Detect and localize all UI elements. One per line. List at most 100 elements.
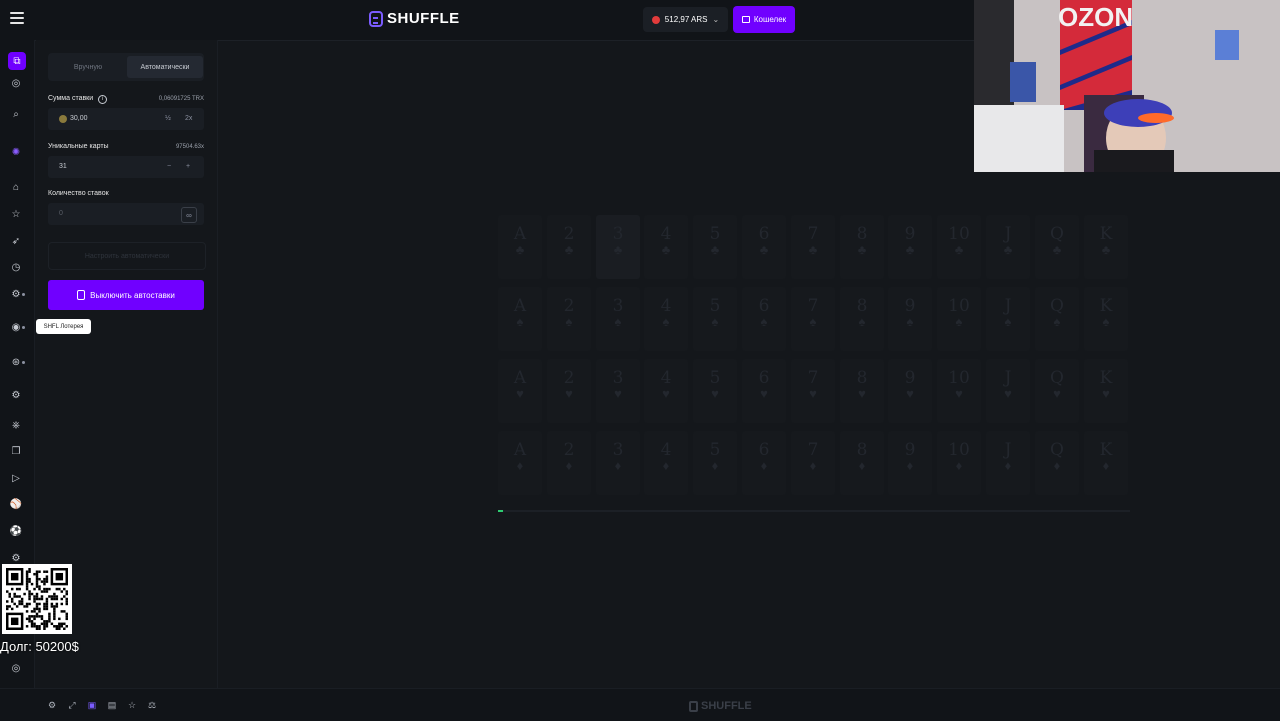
logo-text: SHUFFLE	[387, 10, 460, 27]
footer-logo-text: SHUFFLE	[701, 700, 752, 712]
unique-cards-label: Уникальные карты	[48, 143, 109, 150]
playing-card: K ♦	[1084, 431, 1128, 495]
bet-amount-input[interactable]: 30,00 ½ 2x	[48, 108, 204, 130]
card-rank: 8	[856, 368, 868, 388]
card-grid: A ♣ 2 ♣ 3 ♣ 4 ♣ 5 ♣ 6 ♣ 7 ♣ 8 ♣ 9 ♣ 10 ♣ J ♣ Q ♣ K ♣ A ♠ 2 ♠ 3 ♠ 4 ♠ 5 ♠ 6 ♠ 7…	[498, 215, 1130, 500]
rocket-icon[interactable]: ➶	[9, 234, 23, 248]
card-rank: A	[513, 368, 527, 388]
vip-icon[interactable]: ✺	[9, 145, 23, 159]
live-icon[interactable]: ▷	[9, 471, 23, 485]
home-icon[interactable]: ⌂	[9, 180, 23, 194]
minus-button[interactable]: −	[167, 163, 171, 170]
stop-autobet-button[interactable]: Выключить автоставки	[48, 280, 204, 310]
playing-card: 10 ♣	[937, 215, 981, 279]
webcam-overlay: OZON	[974, 0, 1280, 172]
shuffle-small-icon	[77, 290, 86, 300]
profile-icon[interactable]: ◎	[9, 661, 23, 675]
card-rank: 3	[612, 440, 624, 460]
card-suit: ♣	[710, 242, 720, 257]
settings-icon[interactable]: ⚙	[47, 700, 57, 710]
sports-ball-icon[interactable]: ⊛	[9, 355, 23, 369]
card-rank: A	[513, 224, 527, 244]
info-icon[interactable]: i	[98, 95, 108, 104]
infinity-button[interactable]: ∞	[181, 207, 197, 223]
half-button[interactable]: ½	[165, 115, 171, 122]
card-suit: ♠	[809, 314, 817, 329]
wallet-button[interactable]: Кошелек	[733, 6, 795, 33]
bet-amount-label-text: Сумма ставки	[48, 95, 94, 102]
card-rank: 9	[904, 296, 916, 316]
playing-card: 10 ♦	[937, 431, 981, 495]
configure-auto-button[interactable]: Настроить автоматически	[48, 242, 206, 270]
casino-icon[interactable]: ⧉	[8, 52, 26, 70]
card-rank: 8	[856, 440, 868, 460]
card-rank: J	[1004, 440, 1012, 460]
lottery-icon[interactable]: ◉	[9, 320, 23, 334]
gamepad-icon[interactable]: ⎈	[9, 418, 23, 432]
football-icon[interactable]: ⚽	[9, 524, 23, 538]
favorite-icon[interactable]: ☆	[127, 700, 137, 710]
playing-card: 5 ♣	[693, 215, 737, 279]
webcam-image: OZON	[974, 0, 1280, 172]
playing-card: Q ♦	[1035, 431, 1079, 495]
card-rank: A	[513, 296, 527, 316]
playing-card: 8 ♣	[840, 215, 884, 279]
card-rank: 6	[758, 296, 770, 316]
tab-manual[interactable]: Вручную	[50, 56, 126, 78]
card-rank: 10	[948, 224, 970, 244]
card-rank: 2	[563, 224, 575, 244]
playing-card: 7 ♠	[791, 287, 835, 351]
promotions-icon[interactable]: ⚙	[9, 287, 23, 301]
cards-icon[interactable]: ❐	[9, 444, 23, 458]
card-suit: ♠	[1053, 314, 1061, 329]
playing-card: 9 ♣	[888, 215, 932, 279]
number-of-bets-input[interactable]: 0 ∞	[48, 203, 204, 225]
stats-icon[interactable]: ▤	[107, 700, 117, 710]
card-suit: ♣	[1101, 242, 1111, 257]
site-logo[interactable]: SHUFFLE	[369, 10, 460, 27]
tab-auto[interactable]: Автоматически	[127, 56, 203, 78]
playing-card: K ♥	[1084, 359, 1128, 423]
card-rank: 5	[709, 296, 721, 316]
history-icon[interactable]: ◷	[9, 260, 23, 274]
coin-icon	[59, 115, 67, 123]
card-rank: 3	[612, 296, 624, 316]
card-suit: ♣	[564, 242, 574, 257]
balance-selector[interactable]: 512,97 ARS ⌄	[643, 7, 728, 32]
settings-icon[interactable]: ⚙	[9, 388, 23, 402]
expand-dot	[22, 361, 25, 364]
shuffle-footer-icon	[689, 700, 698, 712]
card-rank: J	[1004, 224, 1012, 244]
fairness-icon[interactable]: ⚖	[147, 700, 157, 710]
tennis-icon[interactable]: ⚾	[9, 497, 23, 511]
playing-card: 6 ♥	[742, 359, 786, 423]
unique-cards-input[interactable]: 31 − +	[48, 156, 204, 178]
card-suit: ♦	[906, 458, 914, 473]
card-rank: 9	[904, 368, 916, 388]
card-rank: 7	[807, 224, 819, 244]
card-suit: ♣	[759, 242, 769, 257]
playing-card: A ♦	[498, 431, 542, 495]
double-button[interactable]: 2x	[185, 115, 192, 122]
card-rank: K	[1099, 296, 1113, 316]
plus-button[interactable]: +	[186, 163, 190, 170]
playing-card: 2 ♦	[547, 431, 591, 495]
progress-fill	[498, 510, 504, 512]
card-suit: ♠	[1004, 314, 1012, 329]
support-icon[interactable]: ⚙	[9, 551, 23, 565]
card-rank: K	[1099, 224, 1113, 244]
fullscreen-icon[interactable]: ⤢	[67, 700, 77, 710]
search-icon[interactable]: ⌕	[9, 107, 23, 121]
bet-amount-value: 30,00	[70, 115, 88, 122]
favorites-icon[interactable]: ☆	[9, 207, 23, 221]
playing-card: 7 ♣	[791, 215, 835, 279]
card-rank: 3	[612, 224, 624, 244]
card-suit: ♣	[613, 242, 623, 257]
playing-card: J ♣	[986, 215, 1030, 279]
card-rank: K	[1099, 440, 1113, 460]
sports-icon[interactable]: ◎	[9, 76, 23, 90]
menu-icon[interactable]	[10, 12, 24, 24]
card-suit: ♦	[1102, 458, 1110, 473]
theatre-mode-icon[interactable]: ▣	[87, 700, 97, 710]
shuffle-logo-icon	[369, 10, 383, 27]
